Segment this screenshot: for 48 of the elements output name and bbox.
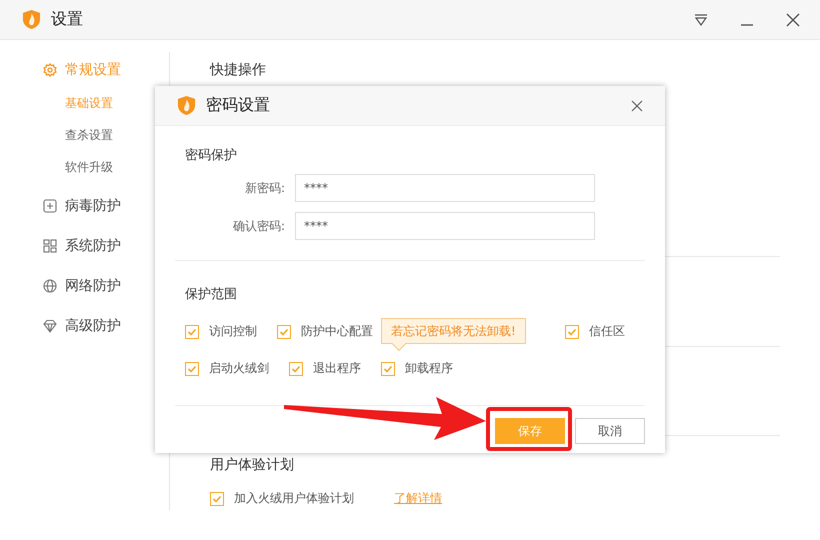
check-icon <box>279 326 289 336</box>
close-icon[interactable] <box>786 12 800 26</box>
checkbox[interactable] <box>210 492 224 506</box>
group-title: 保护范围 <box>185 286 237 303</box>
sidebar-item[interactable]: 高级防护 <box>0 316 125 336</box>
checkbox[interactable] <box>289 362 303 376</box>
close-icon[interactable] <box>631 100 643 112</box>
checkbox[interactable] <box>277 324 291 338</box>
settings-icon <box>43 63 57 77</box>
checkbox-label: 退出程序 <box>313 360 361 377</box>
group-title: 密码保护 <box>185 147 237 164</box>
password-field[interactable]: **** <box>295 212 595 240</box>
checkbox-label: 卸载程序 <box>405 360 453 377</box>
checkbox-label: 启动火绒剑 <box>209 360 269 377</box>
checkbox-label: 防护中心配置 <box>301 323 373 340</box>
checkbox-label: 信任区 <box>589 323 625 340</box>
plus-icon <box>43 199 57 213</box>
globe-icon <box>43 279 57 293</box>
gem-icon <box>43 319 57 333</box>
checkbox[interactable] <box>381 362 395 376</box>
cancel-button[interactable]: 取消 <box>575 418 645 444</box>
field-label: 新密码: <box>244 180 286 196</box>
sidebar-subitem[interactable]: 查杀设置 <box>0 126 113 144</box>
shield-flame-icon <box>22 9 41 30</box>
checkbox[interactable] <box>565 324 579 338</box>
sidebar-subitem[interactable]: 软件升级 <box>0 158 113 176</box>
shield-flame-icon <box>177 95 196 116</box>
field-label: 确认密码: <box>232 218 286 234</box>
check-icon <box>187 364 197 374</box>
section-title: 快捷操作 <box>210 61 266 80</box>
password-field[interactable]: **** <box>295 174 595 202</box>
section-title: 用户体验计划 <box>210 456 294 474</box>
check-icon <box>212 494 222 504</box>
dialog-title: 密码设置 <box>206 95 270 116</box>
check-icon <box>187 326 197 336</box>
checkbox-label: 加入火绒用户体验计划 <box>234 490 354 507</box>
check-icon <box>383 364 393 374</box>
sidebar-item[interactable]: 系统防护 <box>0 236 125 256</box>
checkbox[interactable] <box>185 362 199 376</box>
dropdown-icon[interactable] <box>694 14 708 26</box>
sidebar-item[interactable]: 病毒防护 <box>0 196 125 216</box>
grid-icon <box>43 239 57 253</box>
sidebar-item[interactable]: 网络防护 <box>0 276 125 296</box>
checkbox-label: 访问控制 <box>209 323 257 340</box>
window-title: 设置 <box>51 9 83 30</box>
check-icon <box>567 326 577 336</box>
check-icon <box>291 364 301 374</box>
checkbox[interactable] <box>185 324 199 338</box>
